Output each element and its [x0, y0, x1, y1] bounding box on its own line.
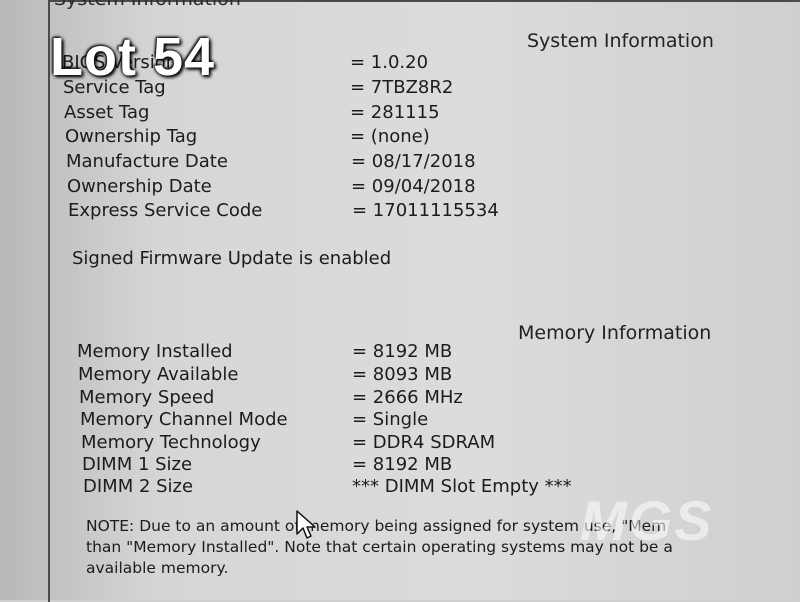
row-value: = 281115 — [350, 102, 440, 123]
bios-screen: System Information System Information BI… — [0, 0, 800, 602]
row-value: = Single — [352, 409, 429, 430]
row-value: = 8192 MB — [352, 341, 453, 362]
memory-info-heading: Memory Information — [518, 322, 712, 344]
row-label: Memory Installed — [77, 341, 233, 362]
row-label: Ownership Date — [67, 176, 212, 197]
mouse-pointer-icon — [296, 510, 316, 539]
firmware-update-status: Signed Firmware Update is enabled — [72, 248, 392, 269]
row-value: = 8192 MB — [352, 454, 453, 475]
system-info-heading: System Information — [527, 30, 714, 52]
note-line: available memory. — [86, 559, 229, 577]
window-title: System Information — [54, 0, 241, 10]
row-value: = 8093 MB — [352, 364, 453, 385]
row-label: Memory Channel Mode — [80, 409, 288, 430]
watermark-logo: MGS — [580, 489, 714, 552]
row-value: *** DIMM Slot Empty *** — [352, 476, 572, 497]
row-value: = 7TBZ8R2 — [350, 77, 454, 98]
row-value: = 09/04/2018 — [351, 176, 476, 197]
row-value: = 17011115534 — [352, 200, 499, 221]
row-label: Memory Technology — [81, 432, 261, 453]
row-value: = 08/17/2018 — [351, 151, 476, 172]
row-label: Manufacture Date — [66, 151, 228, 172]
row-label: DIMM 1 Size — [82, 454, 193, 475]
row-label: Ownership Tag — [65, 126, 198, 147]
row-value: = DDR4 SDRAM — [352, 432, 496, 453]
row-label: DIMM 2 Size — [83, 476, 194, 497]
row-value: = 1.0.20 — [350, 52, 429, 73]
row-label: Express Service Code — [68, 200, 263, 221]
row-label: Memory Available — [78, 364, 239, 385]
row-value: = 2666 MHz — [352, 387, 463, 408]
lot-label: Lot 54 — [50, 27, 216, 87]
row-label: Asset Tag — [64, 102, 150, 123]
row-label: Memory Speed — [79, 387, 215, 408]
row-value: = (none) — [350, 126, 430, 147]
